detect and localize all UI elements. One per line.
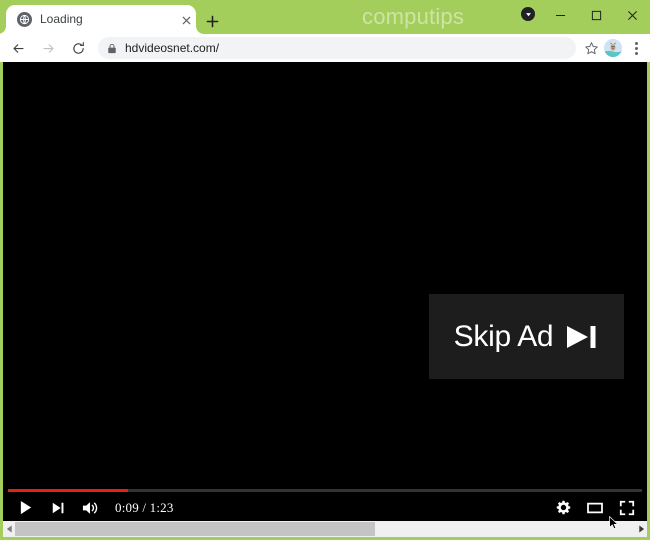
- maximize-button[interactable]: [578, 0, 614, 30]
- play-button[interactable]: [10, 494, 42, 521]
- avatar[interactable]: [604, 39, 622, 57]
- scroll-right-icon[interactable]: [635, 521, 647, 537]
- close-icon[interactable]: [178, 12, 194, 28]
- browser-window: computips Loading hdvideosnet.com/ Skip …: [0, 0, 650, 540]
- browser-toolbar: hdvideosnet.com/: [0, 34, 650, 62]
- menu-dot: [634, 51, 638, 55]
- globe-icon: [17, 12, 32, 27]
- tab-title: Loading: [40, 12, 83, 26]
- skip-ad-button[interactable]: Skip Ad: [429, 294, 624, 379]
- next-button[interactable]: [42, 494, 74, 521]
- forward-button: [36, 36, 60, 60]
- bookmark-star-icon[interactable]: [580, 37, 602, 59]
- video-control-bar: 0:09 / 1:23: [3, 494, 647, 521]
- video-progress-played: [8, 489, 129, 492]
- scrollbar-track[interactable]: [15, 521, 635, 537]
- close-button[interactable]: [614, 0, 650, 30]
- lock-icon: [107, 43, 117, 54]
- skip-ad-label: Skip Ad: [453, 319, 554, 353]
- downloads-chevron-icon[interactable]: [521, 7, 535, 21]
- video-player[interactable]: Skip Ad 0:09 / 1:23: [3, 62, 647, 521]
- browser-tab[interactable]: Loading: [0, 5, 212, 34]
- scrollbar-thumb[interactable]: [15, 522, 375, 536]
- watermark-text: computips: [362, 4, 465, 29]
- scroll-left-icon[interactable]: [3, 521, 15, 537]
- reload-button[interactable]: [66, 36, 90, 60]
- chrome-menu-icon[interactable]: [626, 37, 646, 59]
- back-button[interactable]: [6, 36, 30, 60]
- horizontal-scrollbar[interactable]: [3, 521, 647, 537]
- skip-forward-icon: [565, 323, 599, 351]
- address-bar[interactable]: hdvideosnet.com/: [98, 37, 576, 59]
- new-tab-button[interactable]: [201, 10, 223, 32]
- window-controls: [542, 0, 650, 30]
- menu-dot: [634, 41, 638, 45]
- volume-icon[interactable]: [74, 494, 106, 521]
- minimize-button[interactable]: [542, 0, 578, 30]
- page-viewport: Skip Ad 0:09 / 1:23: [3, 62, 647, 521]
- time-display: 0:09 / 1:23: [115, 499, 174, 515]
- title-bar: computips Loading: [0, 0, 650, 34]
- tab-corner-left: [0, 18, 6, 34]
- settings-gear-icon[interactable]: [547, 494, 579, 521]
- theater-mode-icon[interactable]: [579, 494, 611, 521]
- mouse-cursor: [609, 515, 619, 530]
- window-frame-left: [0, 62, 3, 537]
- video-progress-bar[interactable]: [8, 489, 642, 492]
- url-text: hdvideosnet.com/: [125, 41, 220, 55]
- menu-dot: [634, 46, 638, 50]
